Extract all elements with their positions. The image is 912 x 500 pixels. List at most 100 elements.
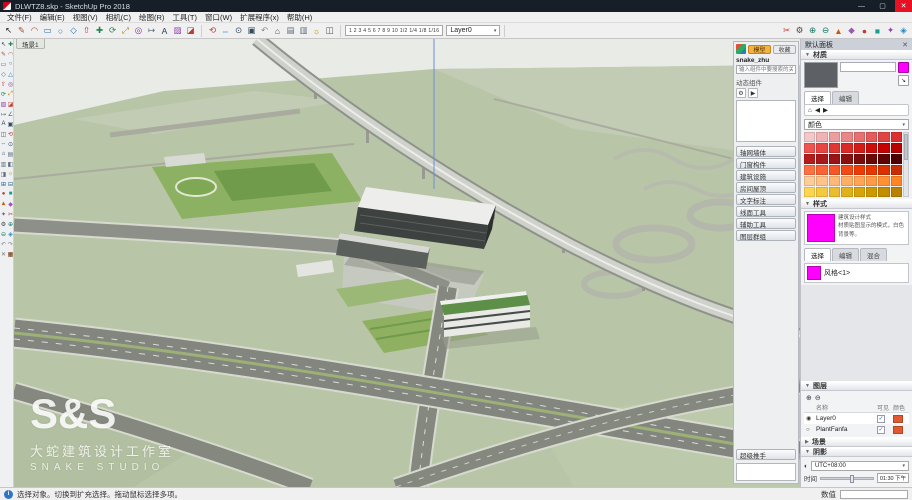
material-swatch-3[interactable] — [828, 132, 841, 142]
polygon-tool-icon[interactable]: ◇ — [67, 24, 80, 37]
material-swatch-15[interactable] — [878, 143, 890, 153]
time-slider[interactable] — [820, 474, 874, 483]
text-tool-icon[interactable]: A — [158, 24, 171, 37]
move-tool-icon[interactable]: ✚ — [93, 24, 106, 37]
section-plane-icon[interactable]: ◫ — [0, 129, 7, 139]
forward-icon[interactable]: ▶ — [823, 106, 828, 114]
orbit-tool-icon[interactable]: ⟲ — [206, 24, 219, 37]
rectangle-tool-icon[interactable]: ▭ — [41, 24, 54, 37]
menu-item-6[interactable]: 工具(T) — [168, 12, 201, 23]
material-swatch-18[interactable] — [816, 154, 828, 164]
material-name-field[interactable] — [840, 62, 896, 72]
menu-item-7[interactable]: 窗口(W) — [201, 12, 236, 23]
layers-section-header[interactable]: ▼ 图层 — [801, 381, 912, 391]
rollout-轴网墙体[interactable]: 轴网墙体 — [736, 146, 796, 157]
plugin-icon-1[interactable]: ✂ — [780, 24, 793, 37]
material-swatch-13[interactable] — [853, 143, 865, 153]
component-list[interactable] — [736, 100, 796, 142]
material-swatch-44[interactable] — [841, 187, 853, 197]
pushpull-tool-icon[interactable]: ⇧ — [80, 24, 93, 37]
material-swatch-20[interactable] — [841, 154, 853, 164]
pushpull-tool-icon[interactable]: ⇧ — [0, 79, 7, 89]
arc-tool-icon[interactable]: ◠ — [28, 24, 41, 37]
layer-dropdown[interactable]: Layer0 ▾ — [446, 25, 501, 36]
orbit-tool-icon[interactable]: ⟲ — [7, 129, 14, 139]
close-tray-icon[interactable]: ✕ — [902, 41, 908, 49]
top-view-icon[interactable]: ▤ — [7, 149, 14, 159]
material-swatch-37[interactable] — [853, 176, 865, 186]
material-swatch-5[interactable] — [853, 132, 865, 142]
material-swatch-22[interactable] — [865, 154, 878, 164]
offset-tool-icon[interactable]: ◎ — [7, 79, 14, 89]
zoom-window-icon[interactable]: ▣ — [7, 119, 14, 129]
solid-tool-icon[interactable]: ■ — [7, 189, 14, 199]
create-material-button[interactable] — [898, 62, 909, 73]
material-swatch-43[interactable] — [828, 187, 841, 197]
top-view-icon[interactable]: ▤ — [284, 24, 297, 37]
intersect-tool-icon[interactable]: ◈ — [7, 229, 14, 239]
plugin-icon-5[interactable]: ▲ — [832, 24, 845, 37]
style-preview[interactable] — [807, 214, 835, 242]
material-swatch-42[interactable] — [816, 187, 828, 197]
material-swatch-46[interactable] — [865, 187, 878, 197]
material-swatch-32[interactable] — [890, 165, 902, 175]
menu-item-5[interactable]: 绘图(R) — [135, 12, 168, 23]
shadows-toggle-icon[interactable]: ☼ — [7, 169, 14, 179]
component-attributes-icon[interactable]: ⚙ — [736, 88, 746, 98]
star-tool-icon[interactable]: ✦ — [0, 209, 7, 219]
zoom-extents-icon[interactable]: ▣ — [245, 24, 258, 37]
material-swatch-38[interactable] — [865, 176, 878, 186]
front-view-icon[interactable]: ▥ — [297, 24, 310, 37]
material-swatch-8[interactable] — [890, 132, 902, 142]
component-interact-icon[interactable]: ▶ — [748, 88, 758, 98]
back-icon[interactable]: ◀ — [815, 106, 820, 114]
add-layer-button[interactable]: ⊕ — [806, 394, 812, 402]
text-tool-icon[interactable]: A — [0, 119, 7, 129]
menu-item-9[interactable]: 帮助(H) — [283, 12, 316, 23]
rollout-线面工具[interactable]: 线面工具 — [736, 206, 796, 217]
scale-presets[interactable]: 1 2 3 4 5 6 7 8 9 10 1/2 1/4 1/8 1/16 — [345, 25, 444, 36]
material-swatch-1[interactable] — [804, 132, 816, 142]
layer-current-radio[interactable]: ◉ — [806, 415, 816, 422]
layer-current-radio[interactable]: ○ — [806, 427, 816, 433]
zoom-tool-icon[interactable]: ⊙ — [7, 139, 14, 149]
material-swatch-41[interactable] — [804, 187, 816, 197]
menu-item-4[interactable]: 相机(C) — [102, 12, 135, 23]
point-tool-icon[interactable]: ● — [0, 189, 7, 199]
material-swatch-40[interactable] — [890, 176, 902, 186]
plugin-icon-4[interactable]: ⊖ — [819, 24, 832, 37]
material-swatch-39[interactable] — [878, 176, 890, 186]
rollout-图层群组[interactable]: 图层群组 — [736, 230, 796, 241]
section-plane-icon[interactable]: ◫ — [323, 24, 336, 37]
material-swatch-24[interactable] — [890, 154, 902, 164]
union-tool-icon[interactable]: ⊕ — [7, 219, 14, 229]
style-thumbnail[interactable] — [807, 266, 821, 280]
material-swatch-21[interactable] — [853, 154, 865, 164]
material-swatch-2[interactable] — [816, 132, 828, 142]
sample-paint-icon[interactable]: ↘ — [898, 75, 909, 86]
line-tool-icon[interactable]: ✎ — [0, 49, 7, 59]
menu-item-8[interactable]: 扩展程序(x) — [236, 12, 283, 23]
material-swatch-34[interactable] — [816, 176, 828, 186]
material-swatch-36[interactable] — [841, 176, 853, 186]
polygon-tool-icon[interactable]: ◇ — [0, 69, 7, 79]
circle-tool-icon[interactable]: ○ — [7, 59, 14, 69]
triangle-tool-icon[interactable]: △ — [7, 69, 14, 79]
measurements-input[interactable] — [840, 489, 908, 499]
material-swatch-31[interactable] — [878, 165, 890, 175]
plugin-icon-6[interactable]: ◆ — [845, 24, 858, 37]
material-swatch-29[interactable] — [853, 165, 865, 175]
settings-tool-icon[interactable]: ⚙ — [0, 219, 7, 229]
front-view-icon[interactable]: ▥ — [0, 159, 7, 169]
shadow-toggle-icon[interactable]: ◐ — [804, 463, 808, 470]
pan-tool-icon[interactable]: ⇔ — [0, 139, 7, 149]
material-swatch-7[interactable] — [878, 132, 890, 142]
info-icon[interactable]: i — [4, 489, 13, 499]
rollout-文字标注[interactable]: 文字标注 — [736, 194, 796, 205]
scale-tool-icon[interactable]: ⤢ — [119, 24, 132, 37]
grid-tool-icon[interactable]: ▦ — [7, 249, 14, 259]
material-swatch-10[interactable] — [816, 143, 828, 153]
layer-row-PlantFanfa[interactable]: ○ PlantFanfa ✓ — [804, 424, 909, 435]
plugin-icon-3[interactable]: ⊕ — [806, 24, 819, 37]
shadows-toggle-icon[interactable]: ☼ — [310, 24, 323, 37]
